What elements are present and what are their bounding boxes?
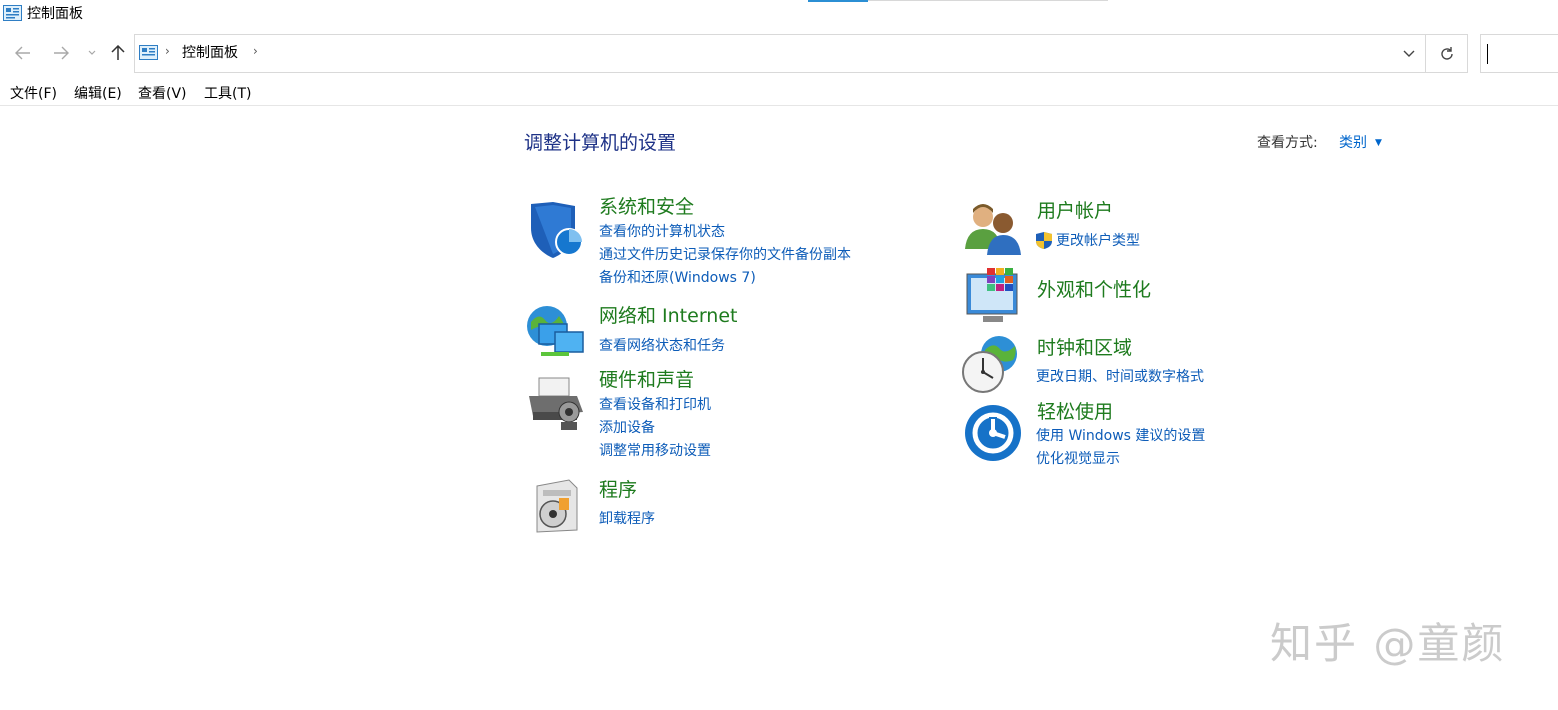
address-divider bbox=[1425, 35, 1426, 72]
link-change-date-time-format[interactable]: 更改日期、时间或数字格式 bbox=[1036, 367, 1204, 387]
category-network-internet-title[interactable]: 网络和 Internet bbox=[599, 304, 737, 328]
title-accent-line bbox=[808, 0, 868, 2]
link-optimize-visual-display[interactable]: 优化视觉显示 bbox=[1036, 449, 1120, 469]
watermark-text: 知乎 @童颜 bbox=[1270, 619, 1506, 668]
link-backup-restore[interactable]: 备份和还原(Windows 7) bbox=[599, 268, 756, 288]
link-file-history-backup[interactable]: 通过文件历史记录保存你的文件备份副本 bbox=[599, 245, 851, 265]
link-add-device[interactable]: 添加设备 bbox=[599, 418, 655, 438]
back-arrow-icon bbox=[15, 46, 30, 60]
menu-view[interactable]: 查看(V) bbox=[138, 85, 187, 103]
search-input[interactable] bbox=[1480, 34, 1558, 73]
link-view-computer-status[interactable]: 查看你的计算机状态 bbox=[599, 222, 725, 242]
link-change-account-type[interactable]: 更改帐户类型 bbox=[1056, 231, 1140, 251]
title-divider bbox=[868, 0, 1108, 1]
up-button[interactable] bbox=[107, 42, 129, 64]
category-ease-of-access-title[interactable]: 轻松使用 bbox=[1037, 400, 1113, 424]
chevron-down-icon bbox=[1403, 50, 1415, 57]
breadcrumb-separator[interactable]: › bbox=[253, 44, 258, 58]
category-hardware-sound-title[interactable]: 硬件和声音 bbox=[599, 368, 694, 392]
link-windows-suggested-settings[interactable]: 使用 Windows 建议的设置 bbox=[1036, 426, 1205, 446]
menu-file[interactable]: 文件(F) bbox=[10, 85, 57, 103]
menu-tools[interactable]: 工具(T) bbox=[204, 85, 251, 103]
window-title: 控制面板 bbox=[27, 6, 83, 22]
appearance-monitor-icon[interactable] bbox=[963, 264, 1023, 324]
category-clock-region-title[interactable]: 时钟和区域 bbox=[1037, 336, 1132, 360]
ease-of-access-icon[interactable] bbox=[963, 403, 1023, 463]
category-user-accounts-title[interactable]: 用户帐户 bbox=[1037, 199, 1113, 223]
caret-down-icon[interactable]: ▼ bbox=[1375, 134, 1382, 152]
up-arrow-icon bbox=[111, 45, 125, 60]
view-by-label: 查看方式: bbox=[1257, 135, 1318, 151]
menu-bar: 文件(F) 编辑(E) 查看(V) 工具(T) bbox=[0, 80, 1558, 106]
link-view-network-status[interactable]: 查看网络状态和任务 bbox=[599, 336, 725, 356]
link-mobility-settings[interactable]: 调整常用移动设置 bbox=[599, 441, 711, 461]
chevron-down-icon bbox=[88, 50, 96, 55]
category-system-security-title[interactable]: 系统和安全 bbox=[599, 195, 694, 219]
network-globe-icon[interactable] bbox=[525, 302, 585, 362]
refresh-button[interactable] bbox=[1427, 35, 1467, 72]
forward-arrow-icon bbox=[54, 46, 69, 60]
uac-shield-icon bbox=[1036, 232, 1052, 249]
breadcrumb-control-panel[interactable]: 控制面板 bbox=[182, 44, 238, 62]
address-bar[interactable]: › 控制面板 › bbox=[134, 34, 1468, 73]
recent-locations-button[interactable] bbox=[84, 42, 100, 64]
users-icon[interactable] bbox=[963, 199, 1023, 259]
link-devices-printers[interactable]: 查看设备和打印机 bbox=[599, 395, 711, 415]
page-title: 调整计算机的设置 bbox=[524, 132, 677, 154]
clock-globe-icon[interactable] bbox=[961, 334, 1021, 394]
control-panel-icon bbox=[3, 5, 22, 21]
refresh-icon bbox=[1441, 46, 1453, 60]
address-dropdown-button[interactable] bbox=[1393, 35, 1425, 72]
forward-button[interactable] bbox=[50, 42, 72, 64]
menu-edit[interactable]: 编辑(E) bbox=[74, 85, 122, 103]
control-panel-icon bbox=[139, 45, 158, 60]
category-appearance-title[interactable]: 外观和个性化 bbox=[1037, 278, 1151, 302]
view-by-dropdown[interactable]: 类别 bbox=[1339, 134, 1367, 152]
back-button[interactable] bbox=[12, 42, 34, 64]
link-uninstall-program[interactable]: 卸载程序 bbox=[599, 509, 655, 529]
title-bar: 控制面板 bbox=[0, 0, 1558, 30]
shield-icon[interactable] bbox=[525, 200, 585, 260]
text-caret bbox=[1487, 44, 1488, 64]
breadcrumb-separator[interactable]: › bbox=[165, 44, 170, 58]
printer-icon[interactable] bbox=[525, 372, 585, 432]
programs-icon[interactable] bbox=[527, 476, 587, 536]
category-programs-title[interactable]: 程序 bbox=[599, 478, 637, 502]
